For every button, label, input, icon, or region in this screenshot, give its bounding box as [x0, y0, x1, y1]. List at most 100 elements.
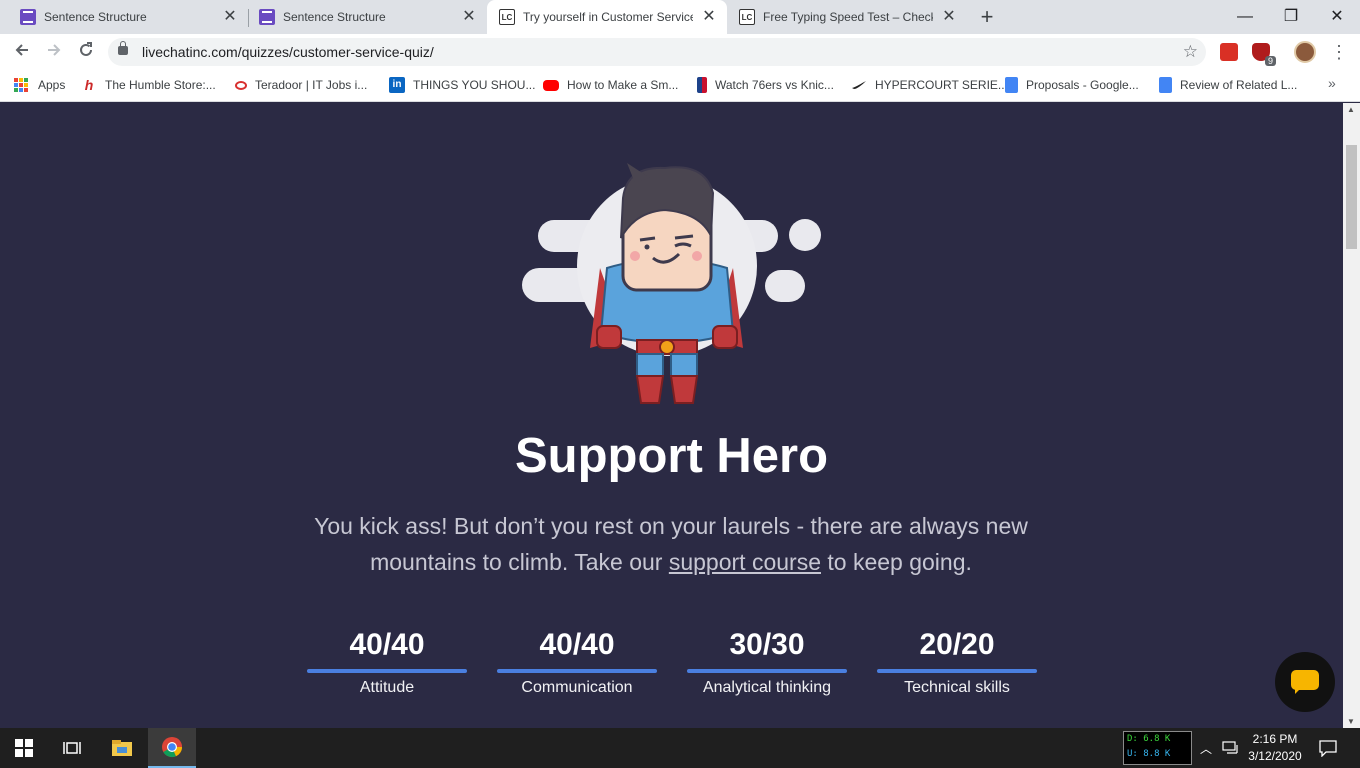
bookmark-humble-store[interactable]: h The Humble Store:...	[81, 70, 216, 100]
result-title: Support Hero	[514, 429, 829, 483]
tab-title: Try yourself in Customer Service	[523, 10, 693, 24]
folder-icon	[112, 740, 132, 756]
task-view-button[interactable]	[48, 728, 96, 768]
tab-close-icon[interactable]: ✕	[461, 9, 477, 25]
back-button[interactable]	[10, 40, 34, 64]
forms-icon	[259, 9, 275, 25]
profile-avatar[interactable]	[1294, 41, 1316, 63]
scrollbar-thumb[interactable]	[1346, 145, 1357, 249]
tab-typing-speed-test[interactable]: LC Free Typing Speed Test – Check y ✕	[727, 0, 967, 34]
google-docs-icon	[1159, 77, 1172, 93]
system-clock[interactable]: 2:16 PM 3/12/2020	[1240, 731, 1310, 765]
bookmark-apps[interactable]: Apps	[14, 70, 65, 100]
browser-menu-icon[interactable]: ⋮	[1330, 40, 1348, 64]
score-bar	[687, 669, 847, 673]
bookmark-label: Apps	[38, 78, 66, 92]
forms-icon	[20, 9, 36, 25]
quiz-result-page: Support Hero You kick ass! But don’t you…	[0, 103, 1343, 728]
scroll-up-icon[interactable]: ▲	[1347, 105, 1355, 114]
score-technical-skills: 20/20 Technical skills	[877, 627, 1037, 697]
reload-icon	[80, 42, 92, 56]
network-monitor: D: 6.8 K U: 8.8 K	[1123, 731, 1192, 765]
tab-close-icon[interactable]: ✕	[222, 9, 238, 25]
extension-badge: 9	[1264, 56, 1276, 66]
bookmarks-overflow-icon[interactable]: »	[1328, 75, 1336, 91]
net-download: D: 6.8 K	[1127, 734, 1171, 744]
nike-swoosh-icon	[852, 81, 866, 89]
tab-sentence-structure-2[interactable]: Sentence Structure ✕	[239, 0, 487, 34]
tab-close-icon[interactable]: ✕	[701, 9, 717, 25]
windows-logo-icon	[15, 739, 33, 757]
score-label: Technical skills	[904, 679, 1010, 696]
forward-button[interactable]	[42, 40, 66, 64]
score-analytical-thinking: 30/30 Analytical thinking	[687, 627, 847, 697]
url-text: livechatinc.com/quizzes/customer-service…	[142, 44, 434, 60]
reload-button[interactable]	[74, 40, 98, 64]
bookmark-linkedin[interactable]: in THINGS YOU SHOU...	[389, 70, 535, 100]
nba-icon	[697, 77, 707, 93]
chat-widget-button[interactable]	[1275, 652, 1335, 712]
close-window-button[interactable]: ✕	[1314, 4, 1360, 30]
net-upload: U: 8.8 K	[1127, 749, 1171, 759]
linkedin-icon: in	[389, 77, 405, 93]
support-course-link[interactable]: support course	[669, 549, 821, 575]
score-label: Analytical thinking	[702, 679, 832, 696]
score-attitude: 40/40 Attitude	[307, 627, 467, 697]
page-scrollbar[interactable]: ▲ ▼	[1343, 103, 1360, 728]
score-label: Communication	[521, 679, 633, 696]
humble-icon: h	[84, 77, 94, 93]
score-label: Attitude	[359, 679, 415, 696]
chrome-taskbar-button[interactable]	[148, 728, 196, 768]
start-button[interactable]	[0, 728, 48, 768]
apps-grid-icon	[14, 78, 28, 92]
tab-title: Free Typing Speed Test – Check y	[763, 10, 933, 24]
teradoor-icon	[235, 80, 247, 90]
superhero-illustration	[522, 163, 821, 404]
bookmark-nba[interactable]: Watch 76ers vs Knic...	[697, 70, 834, 100]
tab-sentence-structure-1[interactable]: Sentence Structure ✕	[0, 0, 248, 34]
bookmark-label: THINGS YOU SHOU...	[413, 78, 536, 92]
description-text-end: to keep going.	[820, 549, 972, 575]
tab-strip: Sentence Structure ✕ Sentence Structure …	[0, 0, 1360, 34]
tab-title: Sentence Structure	[283, 10, 386, 24]
result-description: You kick ass! But don’t you rest on your…	[310, 508, 1032, 580]
tab-close-icon[interactable]: ✕	[941, 9, 957, 25]
clock-time: 2:16 PM	[1252, 732, 1298, 746]
extension-icon[interactable]	[1220, 43, 1238, 61]
tray-expand-icon[interactable]: ︿	[1200, 740, 1212, 757]
arrow-right-icon	[48, 44, 61, 56]
bookmark-hypercourt[interactable]: HYPERCOURT SERIE...	[851, 70, 1008, 100]
lock-icon	[118, 41, 128, 55]
ublock-extension-icon[interactable]: 9	[1252, 43, 1276, 66]
bookmark-label: The Humble Store:...	[105, 78, 216, 92]
livechat-icon: LC	[499, 9, 515, 25]
score-value: 40/40	[539, 628, 615, 661]
task-view-icon	[63, 742, 81, 754]
bookmark-label: Review of Related L...	[1180, 78, 1298, 92]
bookmark-review[interactable]: Review of Related L...	[1159, 70, 1297, 100]
score-value: 30/30	[729, 628, 805, 661]
chrome-icon	[162, 737, 183, 758]
tab-title: Sentence Structure	[44, 10, 147, 24]
file-explorer-button[interactable]	[98, 728, 146, 768]
new-tab-button[interactable]: +	[976, 6, 998, 28]
scroll-down-icon[interactable]: ▼	[1347, 717, 1355, 726]
google-docs-icon	[1005, 77, 1018, 93]
bookmarks-bar: Apps h The Humble Store:... Teradoor | I…	[0, 70, 1360, 102]
arrow-left-icon	[15, 44, 28, 56]
notifications-icon[interactable]	[1318, 739, 1338, 757]
score-communication: 40/40 Communication	[497, 627, 657, 697]
minimize-button[interactable]: —	[1222, 4, 1268, 30]
maximize-button[interactable]: ❐	[1268, 4, 1314, 30]
bookmark-star-icon[interactable]: ☆	[1183, 41, 1198, 63]
bookmark-label: Teradoor | IT Jobs i...	[255, 78, 368, 92]
bookmark-youtube[interactable]: How to Make a Sm...	[543, 70, 678, 100]
bookmark-proposals[interactable]: Proposals - Google...	[1005, 70, 1139, 100]
score-bar	[497, 669, 657, 673]
tab-customer-service-quiz[interactable]: LC Try yourself in Customer Service ✕	[487, 0, 727, 34]
address-bar[interactable]: livechatinc.com/quizzes/customer-service…	[108, 38, 1206, 66]
livechat-icon: LC	[739, 9, 755, 25]
network-icon[interactable]	[1222, 741, 1240, 755]
score-bar	[877, 669, 1037, 673]
bookmark-teradoor[interactable]: Teradoor | IT Jobs i...	[235, 70, 367, 100]
